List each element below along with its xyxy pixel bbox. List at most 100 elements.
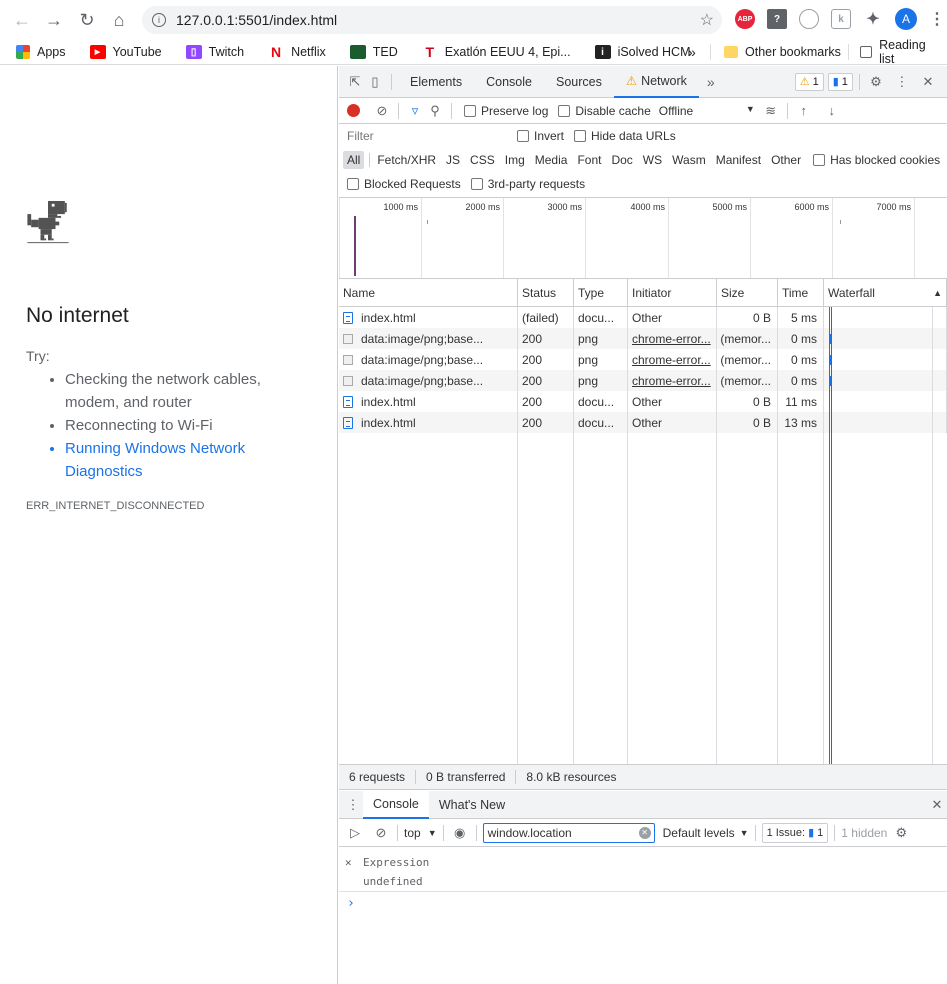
export-har-icon[interactable]: ↓ (822, 101, 842, 121)
drawer-tab-console[interactable]: Console (363, 790, 429, 819)
warnings-badge[interactable]: ⚠ 1 (794, 72, 824, 91)
type-filter-doc[interactable]: Doc (607, 151, 636, 169)
throttling-select[interactable]: Offline ▼ (659, 104, 755, 118)
blocked-requests-checkbox[interactable] (347, 178, 359, 190)
divider (397, 824, 398, 841)
import-har-icon[interactable]: ↑ (794, 101, 814, 121)
column-header-type[interactable]: Type (574, 279, 628, 307)
type-filter-js[interactable]: JS (442, 151, 464, 169)
waterfall-dom-content-line (829, 307, 830, 764)
drawer-tab-whats-new[interactable]: What's New (429, 791, 515, 819)
device-toolbar-icon[interactable]: ▯ (365, 72, 385, 92)
dino-icon[interactable] (26, 201, 70, 245)
type-filter-fetch-xhr[interactable]: Fetch/XHR (373, 151, 440, 169)
drawer-menu-icon[interactable]: ⋮ (343, 795, 363, 815)
blocked-cookies-label: Has blocked cookies (830, 153, 941, 167)
tab-sources[interactable]: Sources (544, 66, 614, 98)
column-header-status[interactable]: Status (518, 279, 574, 307)
home-icon[interactable]: ⌂ (103, 4, 135, 36)
column-header-name[interactable]: Name (339, 279, 518, 307)
invert-checkbox[interactable] (517, 130, 529, 142)
puzzle-extensions-icon[interactable]: ✦ (863, 9, 883, 29)
tab-network[interactable]: ⚠ Network (613, 66, 699, 98)
filter-row: Invert Hide data URLs (339, 124, 947, 148)
blocked-cookies-checkbox[interactable] (813, 154, 826, 166)
k-extension-icon[interactable]: k (831, 9, 851, 29)
more-tabs-button[interactable]: » (699, 74, 723, 90)
type-filter-all[interactable]: All (343, 151, 365, 169)
overview-tick: 6000 ms (794, 198, 833, 278)
suggestion-item: Reconnecting to Wi-Fi (65, 414, 298, 437)
request-count: 6 requests (339, 770, 417, 784)
context-selector[interactable]: top ▼ (404, 826, 437, 840)
filter-input[interactable] (345, 127, 505, 145)
type-filter-wasm[interactable]: Wasm (668, 151, 710, 169)
console-settings-gear-icon[interactable]: ⚙ (891, 823, 911, 843)
bookmark-netflix[interactable]: N Netflix (252, 42, 334, 62)
disable-cache-checkbox[interactable] (558, 104, 571, 117)
bookmark-exatlon[interactable]: T Exatlón EEUU 4, Epi... (406, 42, 579, 62)
info-icon[interactable]: i (152, 13, 166, 27)
type-filter-other[interactable]: Other (767, 151, 805, 169)
chrome-menu-icon[interactable]: ⋮ (927, 9, 947, 29)
hide-data-urls-checkbox[interactable] (574, 130, 587, 142)
headphones-extension-icon[interactable] (799, 9, 819, 29)
console-sidebar-icon[interactable]: ▷ (345, 823, 365, 843)
back-icon[interactable]: ← (6, 4, 38, 36)
preserve-log-checkbox[interactable] (464, 104, 476, 117)
tab-console[interactable]: Console (474, 66, 544, 98)
other-bookmarks-folder[interactable]: Other bookmarks (708, 42, 849, 62)
log-levels-select[interactable]: Default levels ▼ (663, 826, 749, 840)
type-filter-img[interactable]: Img (501, 151, 529, 169)
overview-load-marker (354, 216, 356, 276)
bookmark-ted[interactable]: TED (334, 42, 406, 62)
remove-expression-icon[interactable]: ✕ (345, 856, 352, 869)
close-devtools-icon[interactable]: ✕ (918, 72, 938, 92)
address-bar[interactable]: i 127.0.0.1:5501/index.html ☆ (142, 6, 722, 34)
bookmark-twitch[interactable]: ▯ Twitch (170, 42, 252, 62)
third-party-checkbox[interactable] (470, 178, 483, 190)
close-drawer-icon[interactable]: ✕ (927, 795, 947, 815)
settings-gear-icon[interactable]: ⚙ (866, 72, 886, 92)
bookmark-isolved[interactable]: i iSolved HCM (579, 42, 699, 62)
console-toolbar: ▷ ⊘ top ▼ ◉ window.location ✕ Default le… (339, 819, 947, 847)
live-expression-eye-icon[interactable]: ◉ (450, 823, 470, 843)
type-filter-media[interactable]: Media (531, 151, 572, 169)
network-diagnostics-link[interactable]: Running Windows Network Diagnostics (65, 437, 298, 483)
console-prompt[interactable]: › (339, 891, 947, 911)
reload-icon[interactable]: ↻ (71, 4, 103, 36)
tab-elements[interactable]: Elements (398, 66, 474, 98)
bookmarks-overflow-button[interactable]: » (682, 42, 702, 62)
messages-badge[interactable]: ▮ 1 (827, 72, 853, 91)
bookmark-apps[interactable]: Apps (0, 42, 74, 62)
filter-icon[interactable]: ▿ (405, 101, 425, 121)
overview-tick: 1000 ms (383, 198, 422, 278)
adblock-icon[interactable]: ABP (735, 9, 755, 29)
url-text[interactable]: 127.0.0.1:5501/index.html (176, 12, 337, 28)
type-filter-css[interactable]: CSS (466, 151, 499, 169)
type-filter-ws[interactable]: WS (639, 151, 666, 169)
profile-avatar[interactable]: A (895, 8, 917, 30)
inspect-element-icon[interactable]: ⇱ (345, 72, 365, 92)
bookmark-star-icon[interactable]: ☆ (700, 10, 714, 30)
type-filter-font[interactable]: Font (573, 151, 605, 169)
help-extension-icon[interactable]: ? (767, 9, 787, 29)
column-header-time[interactable]: Time (778, 279, 824, 307)
column-header-waterfall[interactable]: Waterfall ▲ (824, 279, 947, 307)
devtools-menu-icon[interactable]: ⋮ (892, 72, 912, 92)
forward-icon[interactable]: → (38, 4, 70, 36)
clear-input-icon[interactable]: ✕ (638, 826, 651, 839)
record-icon[interactable] (347, 104, 360, 117)
clear-console-icon[interactable]: ⊘ (371, 823, 391, 843)
network-conditions-icon[interactable]: ≋ (761, 101, 781, 121)
bookmark-youtube[interactable]: ▶ YouTube (74, 42, 170, 62)
search-icon[interactable]: ⚲ (425, 101, 445, 121)
column-header-initiator[interactable]: Initiator (628, 279, 717, 307)
console-filter-input[interactable]: window.location ✕ (482, 822, 655, 843)
column-header-size[interactable]: Size (717, 279, 778, 307)
type-filter-manifest[interactable]: Manifest (712, 151, 765, 169)
network-overview-timeline[interactable]: 1000 ms 2000 ms 3000 ms 4000 ms 5000 ms … (339, 197, 947, 279)
issues-badge[interactable]: 1 Issue: ▮ 1 (761, 822, 829, 843)
clear-icon[interactable]: ⊘ (372, 101, 392, 121)
reading-list-button[interactable]: Reading list (844, 38, 947, 66)
